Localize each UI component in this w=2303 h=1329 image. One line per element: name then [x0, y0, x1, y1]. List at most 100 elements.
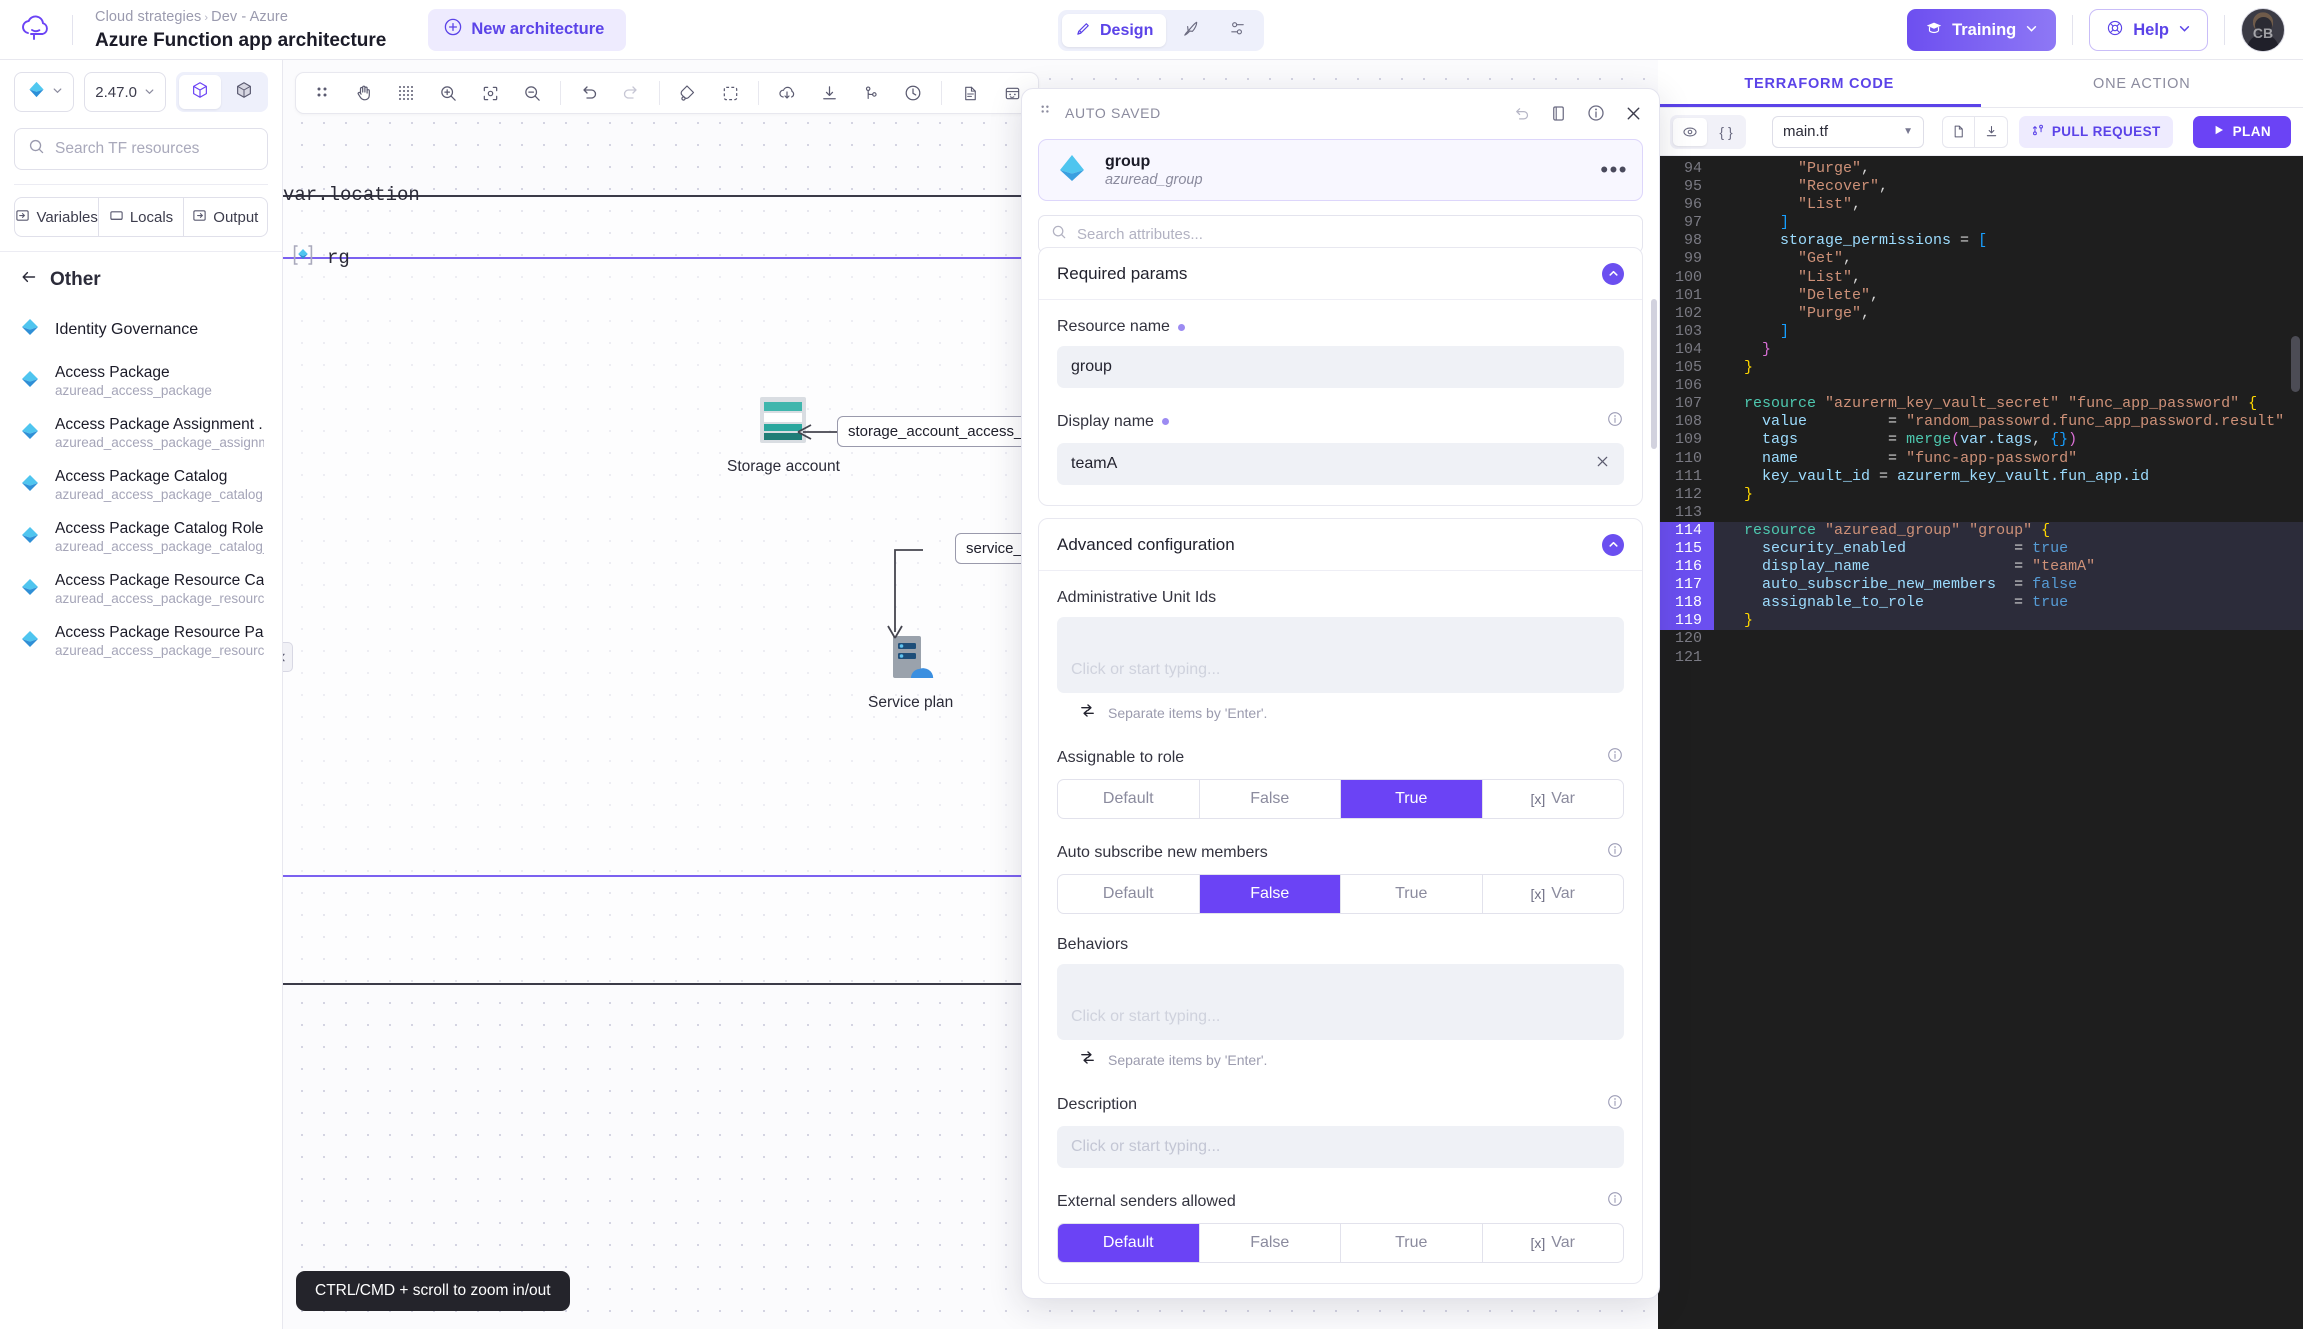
option-var[interactable]: [x] Var: [1483, 780, 1624, 818]
app-logo[interactable]: [0, 13, 72, 47]
notes-icon[interactable]: [1549, 104, 1568, 123]
resource-name-input[interactable]: group: [1057, 346, 1624, 388]
undo-icon[interactable]: [1512, 104, 1531, 123]
node-service-plan[interactable]: Service plan: [868, 630, 953, 712]
panel-scrollbar[interactable]: [1651, 299, 1657, 449]
list-item[interactable]: Access Package Catalog azuread_access_pa…: [0, 459, 282, 511]
list-item[interactable]: Access Package Resource Ca... azuread_ac…: [0, 563, 282, 615]
option-var[interactable]: [x] Var: [1483, 875, 1624, 913]
provider-selector[interactable]: [14, 72, 75, 112]
tab-locals[interactable]: Locals: [99, 198, 184, 236]
option-true[interactable]: True: [1341, 780, 1483, 818]
history-clock-icon[interactable]: [893, 75, 933, 111]
code-line: 115 security_enabled = true: [1658, 539, 2303, 559]
pan-hand-icon[interactable]: [344, 75, 384, 111]
sidebar-back-other[interactable]: Other: [0, 252, 282, 303]
tab-one-action[interactable]: ONE ACTION: [1981, 60, 2303, 107]
display-name-input[interactable]: teamA: [1057, 443, 1624, 485]
chevron-up-icon[interactable]: [1602, 533, 1624, 556]
list-item[interactable]: Access Package Resource Pa... azuread_ac…: [0, 615, 282, 667]
info-icon[interactable]: [1606, 746, 1624, 769]
preview-eye-icon[interactable]: [1673, 117, 1707, 146]
info-icon[interactable]: [1606, 1093, 1624, 1116]
zoom-in-icon[interactable]: [428, 75, 468, 111]
close-icon[interactable]: [1624, 104, 1643, 123]
behaviors-input[interactable]: Click or start typing...: [1057, 964, 1624, 1040]
cloud-import-icon[interactable]: [767, 75, 807, 111]
chevron-up-icon[interactable]: [1602, 262, 1624, 285]
option-default[interactable]: Default: [1058, 1224, 1200, 1262]
download-icon[interactable]: [809, 75, 849, 111]
copy-file-icon[interactable]: [1943, 116, 1975, 147]
description-input[interactable]: Click or start typing...: [1057, 1126, 1624, 1168]
section-advanced-configuration-header[interactable]: Advanced configuration: [1039, 519, 1642, 571]
code-panel-tabs: TERRAFORM CODE ONE ACTION: [1658, 60, 2303, 108]
json-braces-icon[interactable]: { }: [1709, 118, 1743, 146]
provider-version-selector[interactable]: 2.47.0: [84, 72, 166, 112]
search-tf-resources[interactable]: [14, 128, 268, 170]
option-true[interactable]: True: [1341, 875, 1483, 913]
undo-icon[interactable]: [569, 75, 609, 111]
plan-button[interactable]: PLAN: [2192, 115, 2291, 148]
tab-deploy[interactable]: [1168, 14, 1213, 47]
search-input[interactable]: [55, 140, 254, 158]
info-icon[interactable]: [1606, 1190, 1624, 1213]
option-var[interactable]: [x] Var: [1483, 1224, 1624, 1262]
node-label: Storage account: [727, 458, 840, 475]
field-hint: Separate items by 'Enter'.: [1057, 1049, 1624, 1071]
field-label-row: Description: [1057, 1093, 1624, 1116]
clear-icon[interactable]: [1595, 454, 1610, 474]
breadcrumb-parent[interactable]: Cloud strategies: [95, 9, 201, 25]
administrative-unit-ids-input[interactable]: Click or start typing...: [1057, 617, 1624, 693]
option-false[interactable]: False: [1200, 1224, 1341, 1262]
code-editor[interactable]: 94 "Purge", 95 "Recover", 96 "List", 97 ] 98…: [1658, 156, 2303, 1329]
code-view-toggle: { }: [1670, 114, 1746, 149]
breadcrumb-child[interactable]: Dev - Azure: [211, 9, 288, 25]
new-architecture-button[interactable]: New architecture: [428, 8, 627, 51]
option-default[interactable]: Default: [1058, 780, 1200, 818]
pull-request-button[interactable]: PULL REQUEST: [2018, 115, 2173, 148]
zoom-to-fit-icon[interactable]: [470, 75, 510, 111]
collapse-sidebar-button[interactable]: [283, 642, 293, 672]
tab-terraform-code[interactable]: TERRAFORM CODE: [1658, 60, 1981, 107]
drag-handle-icon[interactable]: [302, 75, 342, 111]
info-icon[interactable]: [1606, 410, 1624, 433]
help-button[interactable]: Help: [2089, 9, 2208, 51]
list-item[interactable]: Access Package Assignment ... azuread_ac…: [0, 407, 282, 459]
training-button[interactable]: Training: [1907, 9, 2057, 51]
file-selector[interactable]: main.tf ▼: [1772, 115, 1924, 148]
info-icon[interactable]: [1586, 103, 1606, 123]
document-icon[interactable]: [950, 75, 990, 111]
editor-scrollbar[interactable]: [2291, 336, 2300, 392]
field-label-row: External senders allowed: [1057, 1190, 1624, 1213]
tab-output[interactable]: Output: [184, 198, 267, 236]
list-item[interactable]: Access Package azuread_access_package: [0, 355, 282, 407]
frame-icon[interactable]: [710, 75, 750, 111]
list-item[interactable]: Access Package Catalog Role... azuread_a…: [0, 511, 282, 563]
tab-settings[interactable]: [1215, 14, 1260, 47]
view-toggle-modules[interactable]: [223, 75, 265, 109]
option-true[interactable]: True: [1341, 1224, 1483, 1262]
download-file-icon[interactable]: [1975, 117, 2007, 147]
grid-icon[interactable]: [386, 75, 426, 111]
resource-more-menu-button[interactable]: •••: [1600, 159, 1628, 181]
info-icon[interactable]: [1606, 841, 1624, 864]
code-text: }: [1744, 485, 1754, 503]
node-storage-account[interactable]: Storage account: [727, 390, 840, 476]
tab-design[interactable]: Design: [1062, 14, 1167, 47]
avatar[interactable]: CB: [2241, 8, 2285, 52]
sidebar-item-identity-governance[interactable]: Identity Governance: [0, 303, 282, 355]
panel-scroll-area[interactable]: Required params Resource name group Disp…: [1022, 235, 1659, 1298]
selected-resource-card[interactable]: group azuread_group •••: [1038, 139, 1643, 201]
option-default[interactable]: Default: [1058, 875, 1200, 913]
option-false[interactable]: False: [1200, 780, 1341, 818]
redo-icon[interactable]: [611, 75, 651, 111]
theme-paint-icon[interactable]: [668, 75, 708, 111]
drag-handle-icon[interactable]: [1038, 103, 1053, 123]
branch-icon[interactable]: [851, 75, 891, 111]
tab-variables[interactable]: Variables: [15, 198, 100, 236]
view-toggle-resources[interactable]: [179, 75, 221, 109]
zoom-out-icon[interactable]: [512, 75, 552, 111]
section-required-params-header[interactable]: Required params: [1039, 248, 1642, 300]
option-false[interactable]: False: [1199, 875, 1341, 913]
